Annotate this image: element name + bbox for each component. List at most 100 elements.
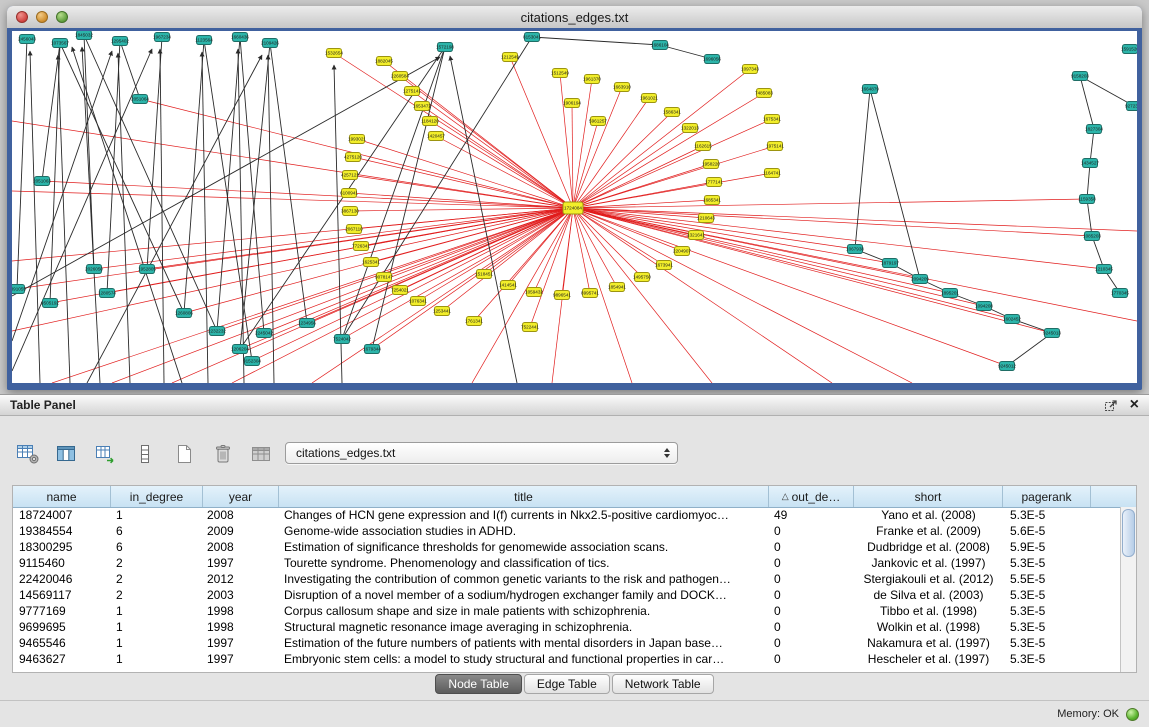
column-header-in-degree[interactable]: in_degree	[111, 486, 203, 507]
graph-node[interactable]: 4275120	[344, 153, 362, 162]
graph-node[interactable]: 1895201	[941, 289, 959, 298]
graph-node[interactable]: 2051064	[131, 95, 149, 104]
graph-node[interactable]: 2456043	[18, 35, 36, 44]
graph-node[interactable]: 1679344	[363, 345, 381, 354]
graph-node[interactable]: 2245042	[255, 329, 273, 338]
table-row[interactable]: 1938455462009Genome-wide association stu…	[13, 523, 1136, 539]
tab-edge-table[interactable]: Edge Table	[524, 674, 610, 694]
graph-node[interactable]: 1097343	[741, 65, 759, 74]
graph-node[interactable]: 1664879	[861, 85, 879, 94]
graph-node[interactable]: 7254021	[391, 286, 409, 295]
graph-node[interactable]: 1586341	[663, 108, 681, 117]
minimize-button[interactable]	[36, 11, 48, 23]
column-header-short[interactable]: short	[854, 486, 1003, 507]
graph-node[interactable]: 1660436	[231, 33, 249, 42]
table-scrollbar-thumb[interactable]	[1122, 509, 1135, 557]
graph-node[interactable]: 1253441	[433, 307, 451, 316]
table-scrollbar[interactable]	[1120, 507, 1136, 672]
float-panel-icon[interactable]	[1104, 399, 1118, 412]
graph-node[interactable]: 1686104	[651, 41, 669, 50]
table-row[interactable]: 946362711997Embryonic stem cells: a mode…	[13, 651, 1136, 667]
graph-node[interactable]: 1961021	[640, 94, 658, 103]
network-canvas[interactable]: 2456043107356718450321295402196723411235…	[12, 31, 1137, 383]
graph-node[interactable]: 2067110	[345, 225, 363, 234]
graph-node[interactable]: 1073567	[51, 39, 69, 48]
graph-node[interactable]: 1210643	[697, 214, 715, 223]
new-column-icon[interactable]	[170, 440, 198, 468]
graph-node[interactable]: 1059432	[525, 288, 543, 297]
table-row[interactable]: 1830029562008Estimation of significance …	[13, 539, 1136, 555]
window-titlebar[interactable]: citations_edges.txt	[7, 6, 1142, 29]
graph-node[interactable]: 1212549	[501, 53, 519, 62]
graph-node[interactable]: 2026050	[85, 265, 103, 274]
graph-node[interactable]: 1210345	[1095, 265, 1113, 274]
graph-node[interactable]: 1532654	[325, 49, 343, 58]
graph-node[interactable]: 2094209	[911, 275, 929, 284]
graph-node[interactable]: 7726341	[352, 242, 370, 251]
graph-node[interactable]: 1094208	[975, 302, 993, 311]
graph-node[interactable]: 9272341	[1125, 102, 1137, 111]
graph-node[interactable]: 1067938	[846, 245, 864, 254]
table-mode-icon[interactable]	[14, 440, 42, 468]
graph-node[interactable]: 1085203	[1083, 232, 1101, 241]
graph-node[interactable]: 1663910	[613, 83, 631, 92]
graph-node[interactable]: 1993021	[348, 135, 366, 144]
graph-node[interactable]: 2260584	[391, 72, 409, 81]
graph-node[interactable]: 1602452	[1003, 315, 1021, 324]
export-table-icon[interactable]	[92, 440, 120, 468]
graph-node[interactable]: 9896541	[553, 291, 571, 300]
graph-node[interactable]: 1770345	[1111, 289, 1129, 298]
graph-node[interactable]: 1518451	[475, 270, 493, 279]
graph-node[interactable]: 1854941	[608, 283, 626, 292]
graph-node[interactable]: 8153041	[523, 33, 541, 42]
table-selector[interactable]: citations_edges.txt	[285, 442, 678, 464]
graph-node[interactable]: 1572198	[436, 43, 454, 52]
tab-network-table[interactable]: Network Table	[612, 674, 714, 694]
graph-node[interactable]: 1184120	[421, 117, 439, 126]
column-header-name[interactable]: name	[13, 486, 111, 507]
graph-node[interactable]: 2051063	[33, 177, 51, 186]
graph-node[interactable]: 9245013	[1043, 329, 1061, 338]
graph-node[interactable]: 1961370	[583, 75, 601, 84]
graph-node[interactable]: 1591520	[1121, 45, 1137, 54]
graph-node[interactable]: 1434527	[1081, 159, 1099, 168]
rows-icon[interactable]	[131, 440, 159, 468]
graph-node[interactable]: 4257121	[341, 171, 359, 180]
graph-node[interactable]: 1952805	[138, 265, 156, 274]
graph-node[interactable]: 1685341	[703, 196, 721, 205]
graph-node[interactable]: 1234956	[298, 319, 316, 328]
graph-node[interactable]: 6100941	[340, 189, 358, 198]
graph-node[interactable]: 9078147	[375, 273, 393, 282]
graph-node[interactable]: 1761341	[465, 317, 483, 326]
graph-node[interactable]: 2204907	[673, 247, 691, 256]
graph-node[interactable]: 1164741	[763, 169, 781, 178]
graph-node[interactable]: 1673941	[655, 261, 673, 270]
graph-node[interactable]: 1975141	[766, 142, 784, 151]
graph-node[interactable]: 1275141	[403, 87, 421, 96]
graph-node[interactable]: 1625341	[362, 258, 380, 267]
graph-node[interactable]: 1206204	[231, 345, 249, 354]
graph-node[interactable]: 1724084	[563, 202, 583, 214]
graph-node[interactable]: 1653472	[413, 102, 431, 111]
graph-node[interactable]: 9158203	[1071, 72, 1089, 81]
graph-node[interactable]: 1891055	[12, 285, 26, 294]
graph-node[interactable]: 2109426	[261, 39, 279, 48]
show-columns-icon[interactable]	[53, 440, 81, 468]
zoom-button[interactable]	[56, 11, 68, 23]
graph-node[interactable]: 3867130	[341, 207, 359, 216]
column-header-pagerank[interactable]: pagerank	[1003, 486, 1091, 507]
table-row[interactable]: 1456911722003Disruption of a novel membe…	[13, 587, 1136, 603]
graph-node[interactable]: 1321641	[687, 231, 705, 240]
graph-node[interactable]: 1322013	[681, 124, 699, 133]
graph-node[interactable]: 1260806	[175, 309, 193, 318]
graph-node[interactable]: 1882045	[375, 57, 393, 66]
column-header-year[interactable]: year	[203, 486, 279, 507]
graph-node[interactable]: 1162615	[694, 142, 712, 151]
graph-node[interactable]: 1967234	[153, 33, 171, 42]
graph-node[interactable]: 5961257	[589, 117, 607, 126]
tab-node-table[interactable]: Node Table	[435, 674, 522, 694]
graph-node[interactable]: 8995741	[581, 289, 599, 298]
close-panel-icon[interactable]: ×	[1130, 399, 1139, 411]
graph-node[interactable]: 1420457	[427, 132, 445, 141]
graph-node[interactable]: 1827304	[1085, 125, 1103, 134]
